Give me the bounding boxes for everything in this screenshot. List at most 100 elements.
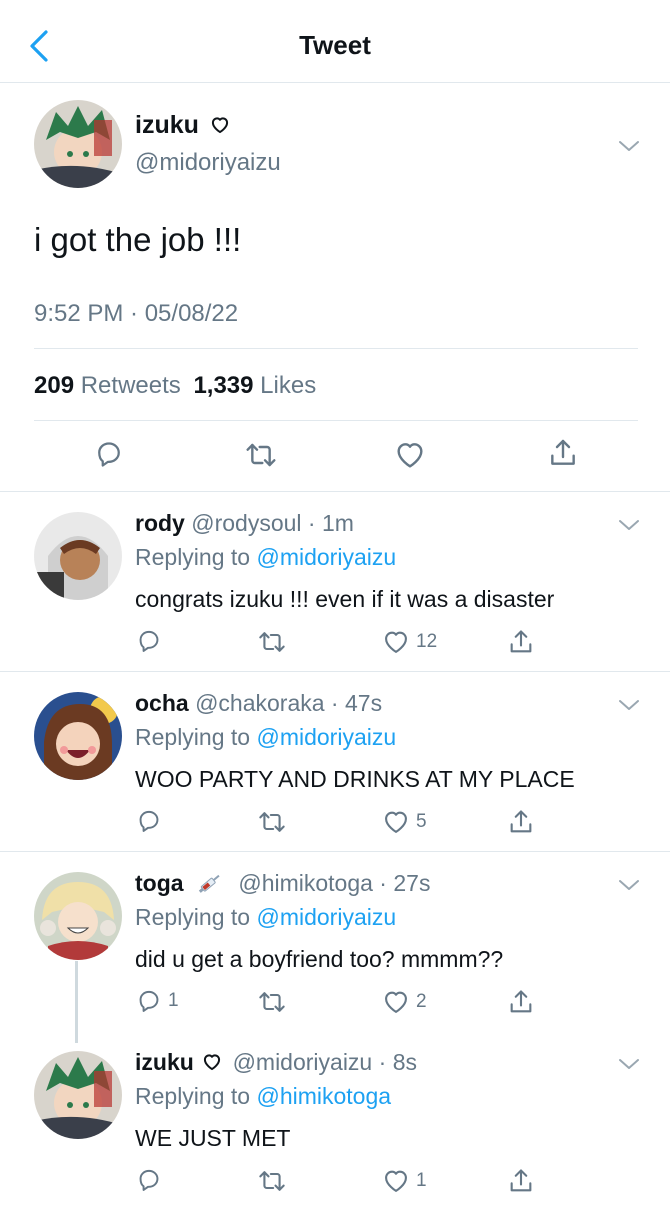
like-button[interactable]: 1 [382, 1167, 427, 1195]
avatar-image [34, 100, 122, 188]
reply-header: ocha @chakoraka · 47s [135, 690, 383, 716]
reply-time: 1m [321, 510, 354, 536]
display-name[interactable]: izuku [135, 1049, 194, 1075]
reply-actions: 1 [0, 1167, 670, 1201]
avatar[interactable] [34, 100, 122, 188]
user-handle[interactable]: @midoriyaizu [135, 149, 281, 177]
avatar-image [34, 512, 122, 600]
heart-outline-icon [202, 1052, 222, 1072]
top-bar: Tweet [0, 0, 670, 83]
retweet-button[interactable] [258, 988, 286, 1016]
like-button[interactable]: 12 [382, 628, 437, 656]
share-icon [547, 437, 579, 469]
share-button[interactable] [507, 628, 535, 656]
heart-icon [382, 628, 410, 656]
share-button[interactable] [547, 437, 579, 469]
avatar-image [34, 872, 122, 960]
display-name[interactable]: toga [135, 870, 184, 896]
heart-icon [382, 808, 410, 836]
page-title: Tweet [299, 30, 371, 60]
tweet-timestamp: 9:52 PM · 05/08/22 [34, 300, 239, 327]
reply-actions: 1 2 [0, 988, 670, 1022]
chevron-down-icon[interactable] [618, 698, 640, 712]
reply-tweet[interactable]: rody @rodysoul · 1m Replying to @midoriy… [0, 491, 670, 672]
user-handle[interactable]: @midoriyaizu [233, 1049, 373, 1075]
retweet-button[interactable] [245, 439, 277, 471]
chevron-down-icon[interactable] [618, 878, 640, 892]
retweet-button[interactable] [258, 1167, 286, 1195]
retweet-icon [258, 988, 286, 1016]
mention-link[interactable]: @himikotoga [256, 1083, 391, 1109]
syringe-icon [198, 874, 220, 893]
avatar[interactable] [34, 872, 122, 960]
display-name[interactable]: ocha [135, 690, 189, 716]
reply-tweet[interactable]: ocha @chakoraka · 47s Replying to @midor… [0, 671, 670, 852]
share-icon [507, 988, 535, 1016]
reply-tweet[interactable]: toga @himikotoga · 27s Replying to @mido… [0, 851, 670, 1032]
avatar-image [34, 1051, 122, 1139]
share-button[interactable] [507, 988, 535, 1016]
avatar[interactable] [34, 1051, 122, 1139]
share-icon [507, 1167, 535, 1195]
chevron-down-icon[interactable] [618, 139, 640, 153]
like-button[interactable] [394, 439, 426, 471]
reply-tweet[interactable]: izuku @midoriyaizu · 8s Replying to @him… [0, 1031, 670, 1211]
retweet-button[interactable] [258, 808, 286, 836]
retweet-icon [245, 439, 277, 471]
heart-icon [382, 1167, 410, 1195]
user-handle[interactable]: @chakoraka [195, 690, 324, 716]
share-icon [507, 808, 535, 836]
user-handle[interactable]: @rodysoul [191, 510, 301, 536]
reply-header: rody @rodysoul · 1m [135, 510, 354, 536]
reply-button[interactable] [94, 439, 124, 469]
reply-time: 8s [392, 1049, 417, 1075]
display-name-text: izuku [135, 111, 199, 139]
replying-to: Replying to @midoriyaizu [135, 724, 397, 750]
mention-link[interactable]: @midoriyaizu [256, 904, 396, 930]
share-button[interactable] [507, 808, 535, 836]
likes-stat[interactable]: 1,339 Likes [193, 372, 316, 399]
reply-header: toga @himikotoga · 27s [135, 870, 431, 896]
like-button[interactable]: 2 [382, 988, 427, 1016]
reply-actions: 5 [0, 808, 670, 842]
reply-icon [136, 1167, 162, 1193]
tweet-text: i got the job !!! [34, 221, 242, 258]
display-name[interactable]: rody [135, 510, 185, 536]
reply-text: did u get a boyfriend too? mmmm?? [135, 946, 504, 972]
reply-header: izuku @midoriyaizu · 8s [135, 1049, 417, 1075]
avatar[interactable] [34, 512, 122, 600]
retweets-stat[interactable]: 209 Retweets [34, 372, 181, 399]
reply-actions: 12 [0, 628, 670, 662]
replying-to: Replying to @himikotoga [135, 1083, 392, 1109]
share-icon [507, 628, 535, 656]
mention-link[interactable]: @midoriyaizu [256, 724, 396, 750]
reply-text: WOO PARTY AND DRINKS AT MY PLACE [135, 766, 575, 792]
retweet-icon [258, 628, 286, 656]
reply-button[interactable]: 1 [136, 988, 179, 1014]
share-button[interactable] [507, 1167, 535, 1195]
reply-text: congrats izuku !!! even if it was a disa… [135, 586, 555, 612]
reply-button[interactable] [136, 808, 168, 834]
mention-link[interactable]: @midoriyaizu [256, 544, 396, 570]
reply-button[interactable] [136, 628, 168, 654]
divider [34, 348, 638, 349]
replying-to: Replying to @midoriyaizu [135, 904, 397, 930]
like-button[interactable]: 5 [382, 808, 427, 836]
heart-outline-icon [210, 115, 230, 135]
user-handle[interactable]: @himikotoga [238, 870, 373, 896]
heart-icon [382, 988, 410, 1016]
reply-icon [136, 808, 162, 834]
reply-icon [94, 439, 124, 469]
reply-button[interactable] [136, 1167, 168, 1193]
avatar-image [34, 692, 122, 780]
retweet-icon [258, 1167, 286, 1195]
chevron-down-icon[interactable] [618, 1057, 640, 1071]
heart-icon [394, 439, 426, 471]
display-name[interactable]: izuku [135, 111, 230, 140]
replying-to: Replying to @midoriyaizu [135, 544, 397, 570]
retweet-button[interactable] [258, 628, 286, 656]
avatar[interactable] [34, 692, 122, 780]
chevron-down-icon[interactable] [618, 518, 640, 532]
reply-text: WE JUST MET [135, 1125, 291, 1151]
tweet-actions [0, 433, 670, 483]
